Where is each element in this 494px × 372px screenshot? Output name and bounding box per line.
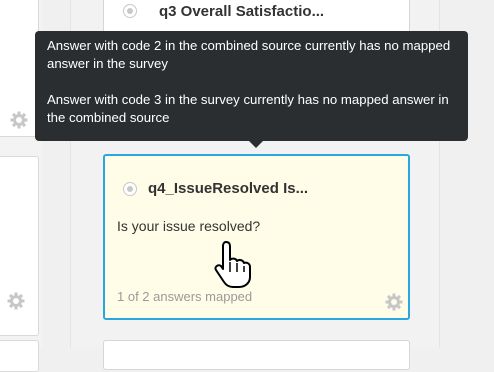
- card-title: q3 Overall Satisfactio...: [159, 3, 325, 20]
- tooltip-line: Answer with code 3 in the survey current…: [47, 92, 449, 125]
- mapping-status: 1 of 2 answers mapped: [117, 289, 253, 304]
- tooltip-arrow: [248, 140, 264, 148]
- mapping-tooltip: Answer with code 2 in the combined sourc…: [35, 31, 468, 141]
- hand-pointer-cursor: [212, 240, 252, 288]
- card-question-text: Is your issue resolved?: [117, 218, 261, 234]
- question-card-next[interactable]: [103, 340, 410, 370]
- question-card-q4[interactable]: q4_IssueResolved Is... Is your issue res…: [103, 154, 410, 320]
- radio-icon[interactable]: [123, 4, 137, 18]
- tooltip-line: Answer with code 2 in the combined sourc…: [47, 38, 451, 71]
- card-title: q4_IssueResolved Is...: [148, 180, 309, 197]
- radio-icon[interactable]: [123, 182, 137, 196]
- gear-icon[interactable]: [6, 291, 26, 311]
- left-card[interactable]: [0, 340, 39, 372]
- gear-icon[interactable]: [384, 292, 404, 312]
- gear-icon[interactable]: [9, 110, 29, 130]
